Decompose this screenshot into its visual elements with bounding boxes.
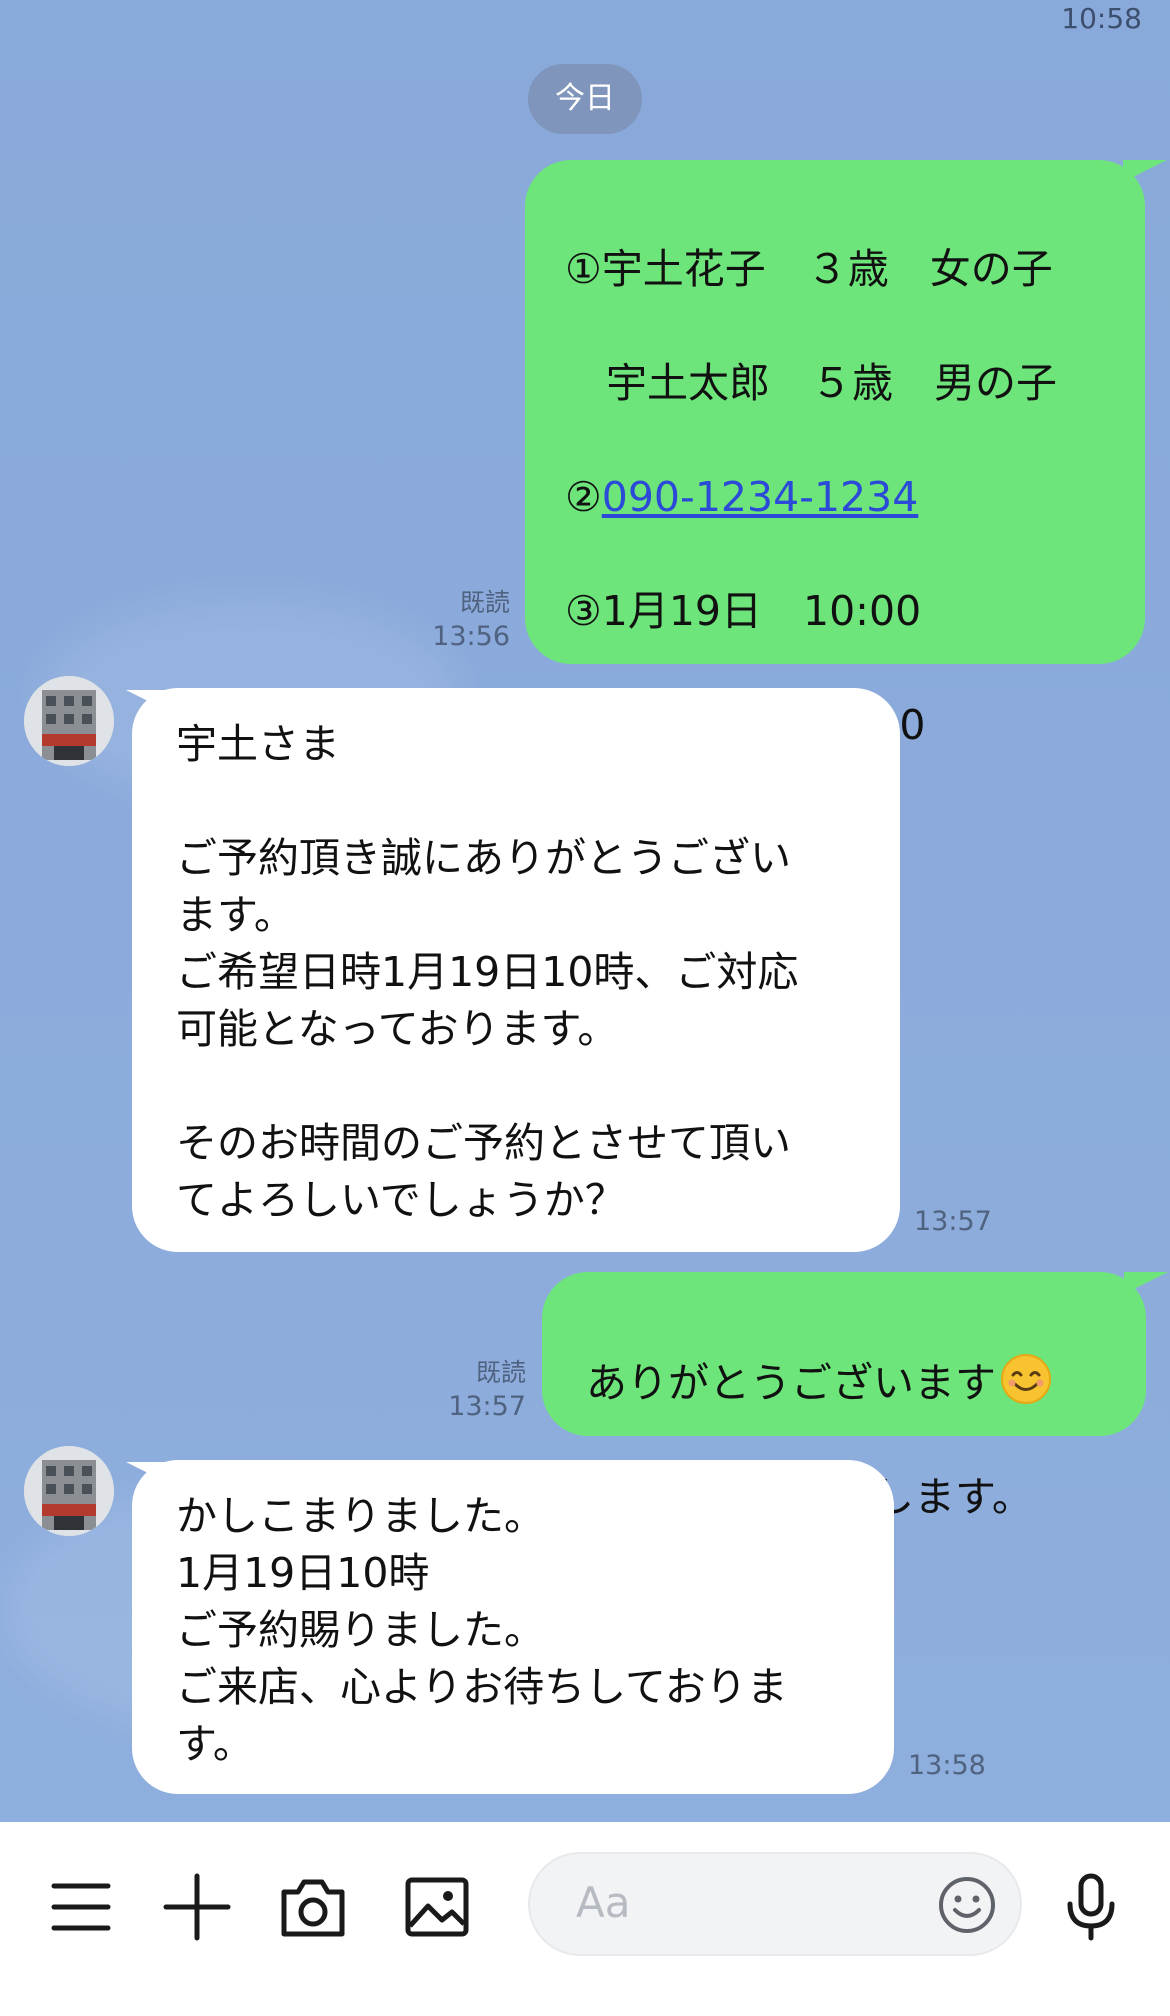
message-line-text: ありがとうございます (586, 1359, 996, 1407)
microphone-icon[interactable] (1054, 1870, 1128, 1944)
menu-icon[interactable] (44, 1870, 118, 1944)
message-time: 13:56 (432, 621, 510, 652)
chat-area[interactable]: 10:58 今日 ①宇土花子 ３歳 女の子 宇土太郎 ５歳 男の子 ②090-1… (0, 0, 1170, 1822)
bubble-tail (1123, 160, 1167, 182)
message-meta: 既読 13:57 (448, 1356, 526, 1424)
message-line: ②090-1234-1234 (565, 469, 1125, 526)
shop-building-icon (24, 676, 114, 766)
message-line: ③1月19日 10:00 (565, 587, 922, 635)
shop-building-icon (24, 1446, 114, 1536)
message-time: 13:57 (448, 1391, 526, 1422)
camera-icon[interactable] (276, 1870, 350, 1944)
message-time: 13:58 (908, 1750, 986, 1781)
incoming-message-bubble[interactable]: 宇土さま ご予約頂き誠にありがとうござい ます。 ご希望日時1月19日10時、ご… (132, 688, 900, 1252)
plus-icon[interactable] (160, 1870, 234, 1944)
date-separator: 今日 (528, 64, 642, 134)
read-receipt: 既読 (459, 588, 510, 617)
read-receipt: 既読 (475, 1358, 526, 1387)
outgoing-message-bubble[interactable]: ①宇土花子 ３歳 女の子 宇土太郎 ５歳 男の子 ②090-1234-1234 … (525, 160, 1145, 1091)
phone-number-link[interactable]: 090-1234-1234 (602, 473, 919, 521)
message-meta: 既読 13:56 (432, 586, 510, 654)
message-line-prefix: ② (565, 473, 602, 521)
emoji-icon[interactable] (936, 1874, 998, 1936)
input-placeholder: Aa (576, 1878, 631, 1927)
image-icon[interactable] (400, 1870, 474, 1944)
incoming-message-bubble[interactable]: かしこまりました。 1月19日10時 ご予約賜りました。 ご来店、心よりお待ちし… (132, 1460, 894, 1794)
smiling-face-emoji-icon (1001, 1354, 1051, 1404)
outgoing-message-bubble[interactable]: ありがとうございます よろしくお願いします。 (542, 1272, 1146, 1521)
status-bar-time: 10:58 (1061, 2, 1142, 35)
message-line: 宇土太郎 ５歳 男の子 (565, 359, 1057, 407)
message-line: ありがとうございます (586, 1353, 1126, 1412)
contact-avatar[interactable] (24, 676, 114, 766)
message-line: ①宇土花子 ３歳 女の子 (565, 245, 1053, 293)
bubble-tail (1124, 1272, 1168, 1294)
message-time: 13:57 (914, 1206, 992, 1237)
contact-avatar[interactable] (24, 1446, 114, 1536)
message-input-bar: Aa (0, 1822, 1170, 2016)
message-input[interactable]: Aa (528, 1852, 1022, 1956)
